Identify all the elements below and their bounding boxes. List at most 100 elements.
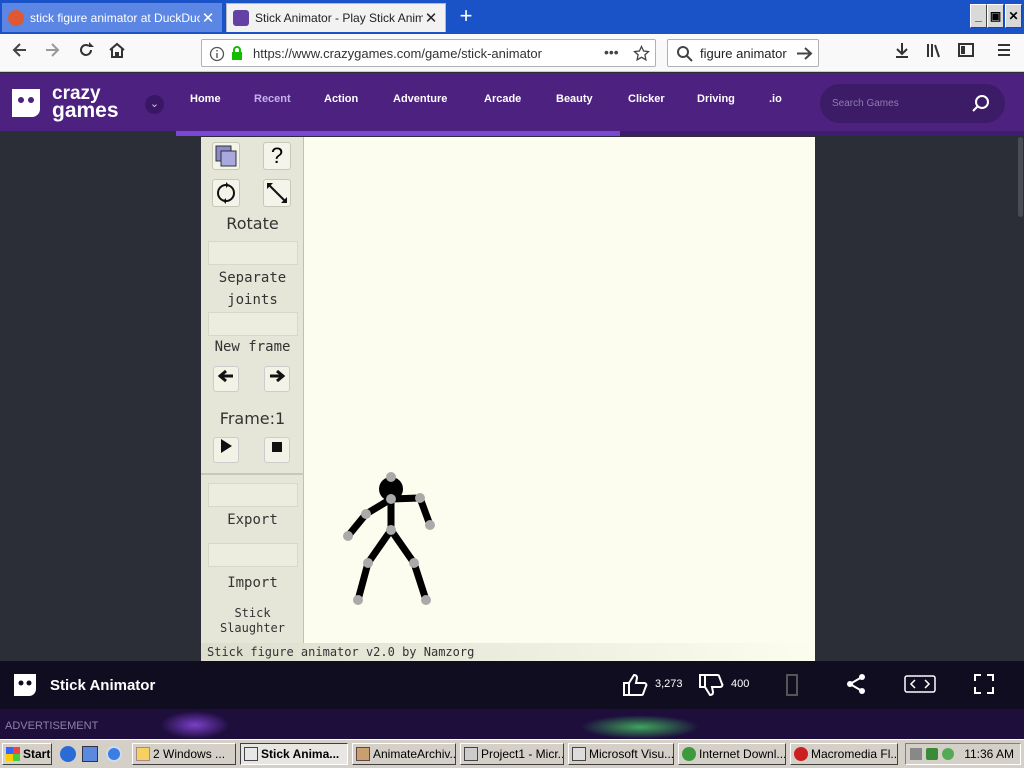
clock: 11:36 AM bbox=[964, 747, 1014, 761]
taskbar-item-stick-animator[interactable]: Stick Anima... bbox=[240, 743, 348, 765]
thumbs-down-icon[interactable] bbox=[698, 673, 724, 697]
menu-button[interactable] bbox=[990, 40, 1018, 66]
menu-home[interactable]: Home bbox=[190, 93, 221, 105]
menu-io[interactable]: .io bbox=[769, 93, 782, 105]
play-button[interactable] bbox=[213, 437, 239, 463]
menu-recent[interactable]: Recent bbox=[254, 93, 291, 105]
browser-tab-bar: stick figure animator at DuckDuckGo ✕ St… bbox=[0, 0, 1024, 34]
theater-mode-icon[interactable] bbox=[904, 675, 936, 693]
restore-button[interactable]: ▣ bbox=[987, 4, 1004, 28]
next-frame-button[interactable] bbox=[264, 366, 290, 392]
ad-image[interactable] bbox=[160, 711, 230, 739]
right-foot-joint[interactable] bbox=[421, 595, 431, 605]
menu-adventure[interactable]: Adventure bbox=[393, 93, 447, 105]
home-button[interactable] bbox=[103, 40, 131, 66]
menu-beauty[interactable]: Beauty bbox=[556, 93, 593, 105]
game-canvas[interactable]: ? Rotate Separate joints New frame Frame… bbox=[201, 137, 815, 661]
taskbar-item-internet-download[interactable]: Internet Downl... bbox=[678, 743, 786, 765]
new-tab-button[interactable]: + bbox=[452, 4, 480, 30]
taskbar-item-macromedia-flash[interactable]: Macromedia Fl... bbox=[790, 743, 898, 765]
fullscreen-icon[interactable] bbox=[974, 674, 994, 694]
search-go-arrow-icon[interactable] bbox=[796, 46, 813, 61]
duckduckgo-favicon-icon bbox=[8, 9, 24, 26]
tab-close-icon[interactable]: ✕ bbox=[200, 9, 216, 27]
show-desktop-icon[interactable] bbox=[82, 746, 98, 762]
tab-stick-animator[interactable]: Stick Animator - Play Stick Animator ✕ bbox=[226, 3, 446, 32]
reload-button[interactable] bbox=[72, 40, 100, 66]
chevron-down-icon[interactable]: ⌄ bbox=[145, 95, 164, 114]
info-icon[interactable] bbox=[209, 46, 225, 62]
lock-icon bbox=[232, 46, 242, 60]
stop-button[interactable] bbox=[264, 437, 290, 463]
prev-frame-button[interactable] bbox=[213, 366, 239, 392]
tab-close-icon[interactable]: ✕ bbox=[423, 9, 439, 27]
search-icon[interactable] bbox=[971, 94, 990, 113]
downloads-button[interactable] bbox=[888, 40, 916, 66]
tray-app-icon[interactable] bbox=[942, 748, 954, 760]
page-scrollbar[interactable] bbox=[1017, 137, 1024, 661]
download-icon bbox=[896, 43, 908, 58]
library-button[interactable] bbox=[920, 40, 948, 66]
media-player-icon[interactable] bbox=[106, 746, 122, 762]
menu-driving[interactable]: Driving bbox=[697, 93, 735, 105]
scrollbar-thumb[interactable] bbox=[1018, 137, 1023, 217]
bookmark-star-icon[interactable] bbox=[633, 45, 650, 62]
right-knee-joint[interactable] bbox=[409, 558, 419, 568]
taskbar-item-animate-archive[interactable]: AnimateArchiv... bbox=[352, 743, 456, 765]
sidebar-button[interactable] bbox=[952, 40, 980, 66]
forward-arrow-icon bbox=[46, 43, 60, 57]
neck-joint[interactable] bbox=[386, 494, 396, 504]
keyboard-icon[interactable] bbox=[910, 748, 922, 760]
left-hand-joint[interactable] bbox=[343, 531, 353, 541]
copy-layer-button[interactable] bbox=[212, 142, 240, 170]
stick-slaughter-label-1[interactable]: Stick bbox=[201, 606, 304, 620]
menu-action[interactable]: Action bbox=[324, 93, 358, 105]
new-frame-button[interactable] bbox=[208, 312, 298, 336]
network-icon[interactable] bbox=[926, 748, 938, 760]
rotate-tool-button[interactable] bbox=[212, 179, 240, 207]
internet-explorer-icon[interactable] bbox=[60, 746, 76, 762]
left-elbow-joint[interactable] bbox=[361, 509, 371, 519]
search-input[interactable]: figure animator bbox=[700, 46, 787, 61]
game-search-field[interactable]: Search Games bbox=[820, 84, 1005, 123]
tab-duckduckgo[interactable]: stick figure animator at DuckDuckGo ✕ bbox=[2, 3, 222, 32]
menu-clicker[interactable]: Clicker bbox=[628, 93, 665, 105]
minimize-button[interactable]: _ bbox=[970, 4, 987, 28]
search-box[interactable]: figure animator bbox=[667, 39, 819, 67]
start-label: Start bbox=[23, 747, 51, 761]
thumbs-up-icon[interactable] bbox=[622, 673, 648, 697]
page-actions-icon[interactable]: ••• bbox=[604, 44, 619, 60]
advertisement-strip: ADVERTISEMENT bbox=[0, 709, 1024, 739]
stick-slaughter-label-2[interactable]: Slaughter bbox=[201, 621, 304, 635]
left-knee-joint[interactable] bbox=[363, 558, 373, 568]
right-elbow-joint[interactable] bbox=[415, 493, 425, 503]
separate-joints-button[interactable] bbox=[208, 241, 298, 265]
crazygames-logo-icon bbox=[12, 89, 40, 117]
export-label: Export bbox=[227, 512, 278, 528]
taskbar-item-windows-group[interactable]: 2 Windows ... bbox=[132, 743, 236, 765]
tab-title: Stick Animator - Play Stick Animator bbox=[255, 11, 423, 25]
forward-button[interactable] bbox=[38, 40, 66, 66]
close-window-button[interactable]: ✕ bbox=[1005, 4, 1022, 28]
start-button[interactable]: Start bbox=[2, 743, 52, 765]
right-hand-joint[interactable] bbox=[425, 520, 435, 530]
ad-image[interactable] bbox=[580, 715, 700, 739]
back-button[interactable] bbox=[6, 40, 34, 66]
separate-label-1: Separate bbox=[218, 270, 287, 286]
embed-icon[interactable] bbox=[782, 673, 802, 697]
help-button[interactable]: ? bbox=[263, 142, 291, 170]
stick-figure[interactable] bbox=[336, 462, 446, 612]
crazygames-logo[interactable]: crazy games bbox=[8, 83, 128, 123]
share-icon[interactable] bbox=[845, 673, 867, 695]
hip-joint[interactable] bbox=[386, 525, 396, 535]
export-button[interactable] bbox=[208, 483, 298, 507]
archive-icon bbox=[356, 747, 370, 761]
taskbar-item-project1[interactable]: Project1 - Micr... bbox=[460, 743, 564, 765]
menu-arcade[interactable]: Arcade bbox=[484, 93, 521, 105]
url-bar[interactable]: https://www.crazygames.com/game/stick-an… bbox=[201, 39, 656, 67]
left-foot-joint[interactable] bbox=[353, 595, 363, 605]
taskbar-item-microsoft-visual[interactable]: Microsoft Visu... bbox=[568, 743, 674, 765]
import-button[interactable] bbox=[208, 543, 298, 567]
head-joint[interactable] bbox=[386, 472, 396, 482]
scale-tool-button[interactable] bbox=[263, 179, 291, 207]
